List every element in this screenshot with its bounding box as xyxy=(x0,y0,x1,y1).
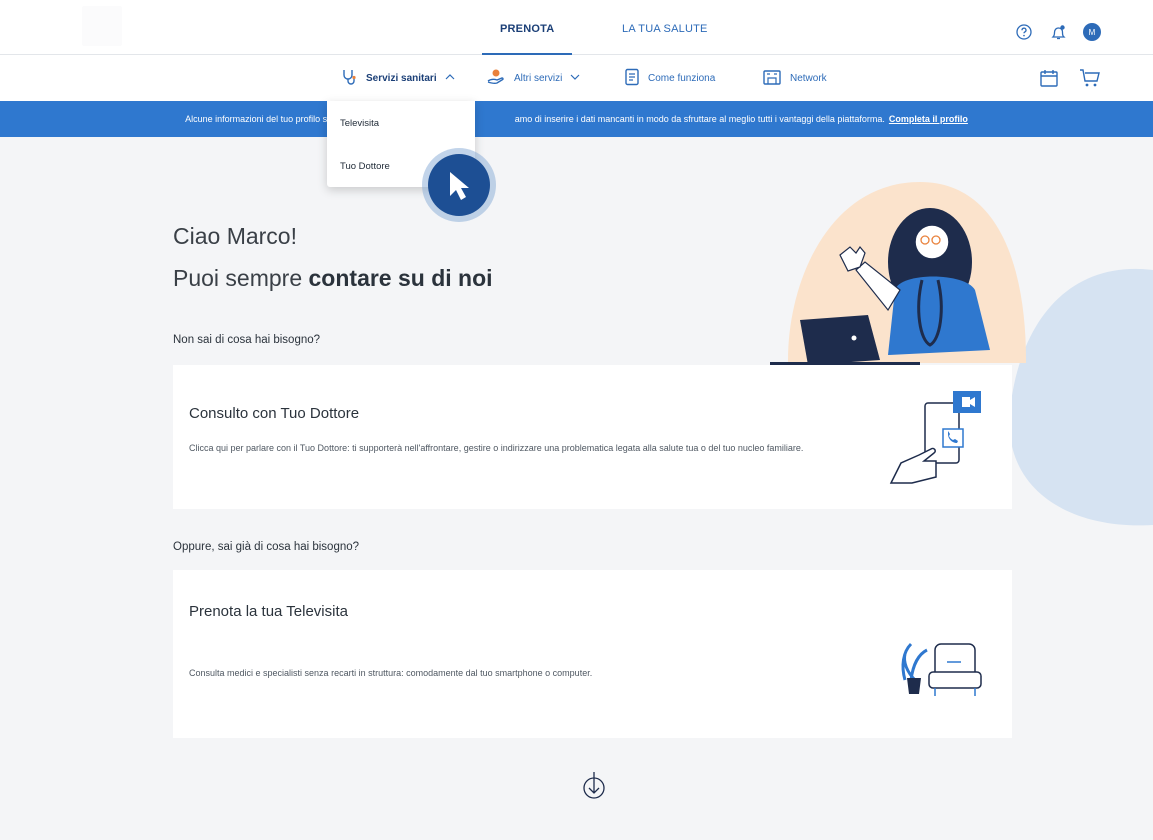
avatar[interactable]: M xyxy=(1083,23,1101,41)
logo[interactable] xyxy=(82,6,122,46)
cursor-indicator xyxy=(415,147,503,225)
sub-navbar: Servizi sanitari Altri servizi Come funz… xyxy=(0,55,1153,101)
chevron-down-icon xyxy=(570,73,580,84)
card-title: Prenota la tua Televisita xyxy=(189,603,348,620)
tagline-bold: contare su di noi xyxy=(308,265,493,291)
subnav-network[interactable]: Network xyxy=(762,68,827,89)
cart-icon[interactable] xyxy=(1079,68,1101,93)
top-navbar: PRENOTA LA TUA SALUTE M xyxy=(0,0,1153,55)
tab-prenota[interactable]: PRENOTA xyxy=(481,23,573,55)
greeting: Ciao Marco! xyxy=(173,223,297,249)
subnav-come-funziona[interactable]: Come funziona xyxy=(624,68,715,89)
tagline: Puoi sempre contare su di noi xyxy=(173,265,493,292)
subnav-label: Altri servizi xyxy=(514,73,563,84)
banner-text-right: amo di inserire i dati mancanti in modo … xyxy=(514,114,885,124)
section-label-unsure: Non sai di cosa hai bisogno? xyxy=(173,334,321,346)
chevron-up-icon xyxy=(445,73,455,84)
phone-video-call-icon xyxy=(887,387,987,492)
hand-icon xyxy=(486,68,506,89)
subnav-label: Come funziona xyxy=(648,73,716,84)
section-label-known: Oppure, sai già di cosa hai bisogno? xyxy=(173,541,360,553)
top-actions: M xyxy=(1015,23,1101,41)
subnav-servizi-sanitari[interactable]: Servizi sanitari xyxy=(340,68,455,89)
stethoscope-icon xyxy=(340,68,358,89)
subnav-altri-servizi[interactable]: Altri servizi xyxy=(486,68,580,89)
dropdown-item-televisita[interactable]: Televisita xyxy=(340,118,379,129)
complete-profile-link[interactable]: Completa il profilo xyxy=(889,114,968,124)
subnav-right-actions xyxy=(1039,68,1101,93)
card-description: Clicca qui per parlare con il Tuo Dottor… xyxy=(189,443,804,453)
document-icon xyxy=(624,68,640,89)
subnav-label: Network xyxy=(790,73,827,84)
calendar-icon[interactable] xyxy=(1039,68,1059,93)
scroll-down-icon[interactable] xyxy=(579,770,609,802)
bell-icon[interactable] xyxy=(1049,23,1067,41)
subnav-label: Servizi sanitari xyxy=(366,73,437,84)
tab-la-tua-salute[interactable]: LA TUA SALUTE xyxy=(622,23,708,35)
card-title: Consulto con Tuo Dottore xyxy=(189,405,360,422)
dropdown-item-tuo-dottore[interactable]: Tuo Dottore xyxy=(340,161,390,172)
card-prenota-televisita[interactable]: Prenota la tua Televisita Consulta medic… xyxy=(173,570,1012,738)
tagline-prefix: Puoi sempre xyxy=(173,265,303,291)
profile-banner: Alcune informazioni del tuo profilo sono… xyxy=(0,101,1153,137)
armchair-plant-icon xyxy=(899,636,989,711)
help-icon[interactable] xyxy=(1015,23,1033,41)
card-consulto-tuo-dottore[interactable]: Consulto con Tuo Dottore Clicca qui per … xyxy=(173,365,1012,509)
building-icon xyxy=(762,68,782,89)
card-description: Consulta medici e specialisti senza reca… xyxy=(189,668,593,678)
